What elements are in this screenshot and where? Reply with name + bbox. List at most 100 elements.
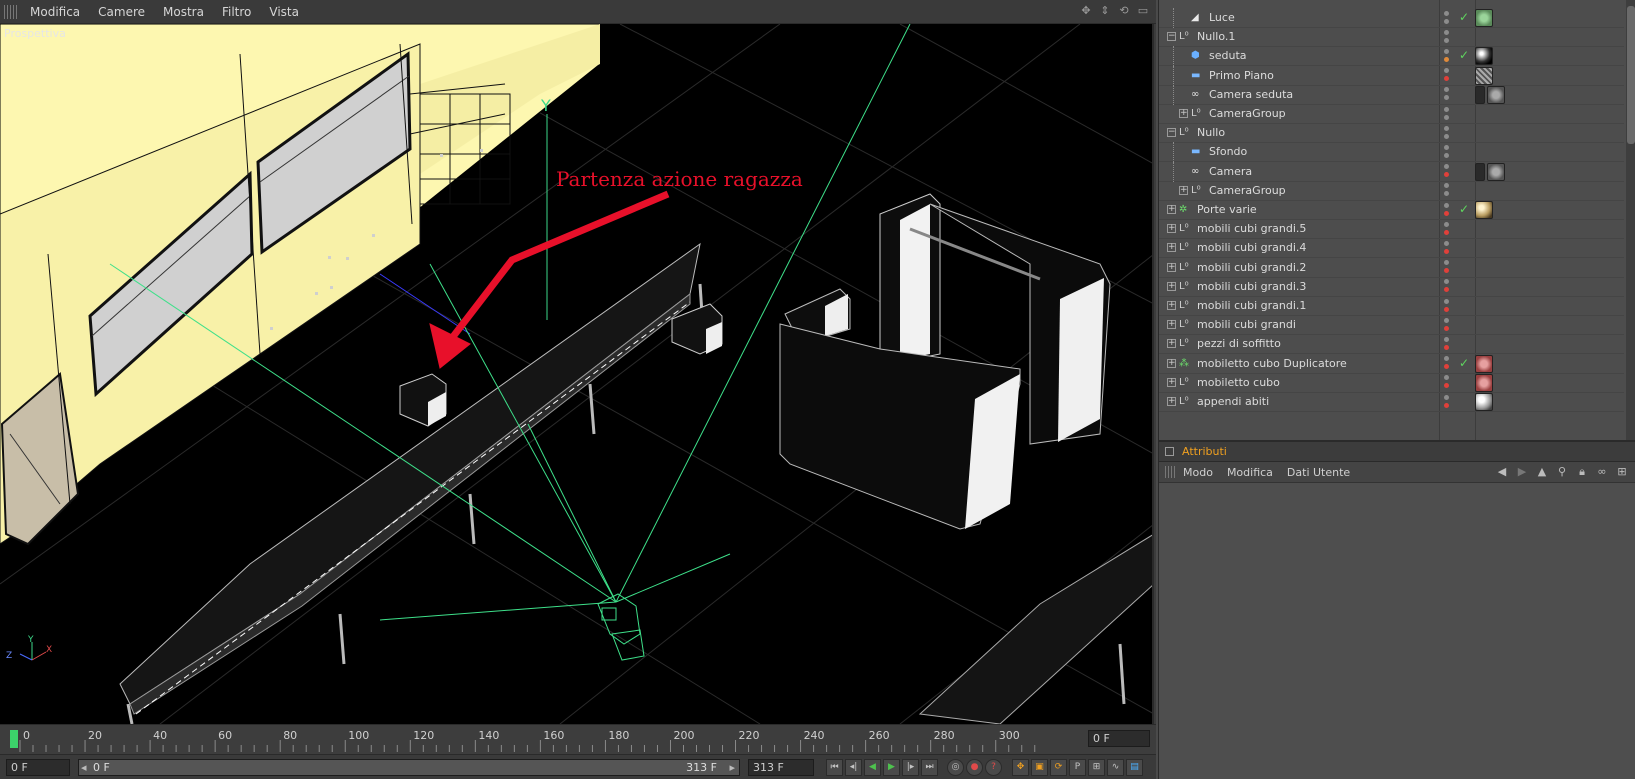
object-name[interactable]: mobili cubi grandi.3 — [1197, 280, 1306, 293]
record-off-icon[interactable]: ◎ — [947, 759, 964, 776]
object-name[interactable]: mobili cubi grandi.2 — [1197, 261, 1306, 274]
visibility-dots[interactable] — [1441, 296, 1453, 316]
object-row[interactable]: + L⁰ mobili cubi grandi — [1159, 315, 1624, 336]
visibility-dots[interactable] — [1441, 161, 1453, 181]
auto-key-icon[interactable]: ? — [985, 759, 1002, 776]
visibility-dots[interactable] — [1441, 46, 1453, 66]
object-row[interactable]: + L⁰ pezzi di soffitto — [1159, 334, 1624, 355]
expand-toggle-icon[interactable]: − — [1167, 32, 1176, 42]
interpolation-icon[interactable]: ∿ — [1107, 759, 1124, 776]
object-name[interactable]: seduta — [1209, 49, 1247, 62]
object-name[interactable]: CameraGroup — [1209, 184, 1286, 197]
timeline-ruler[interactable]: 0 20 40 60 80 100 120 140 160 180 200 220 240 260 280 3… — [8, 728, 1082, 752]
white-material-tag-icon[interactable] — [1475, 393, 1493, 411]
object-row[interactable]: + L⁰ mobiletto cubo — [1159, 373, 1624, 393]
object-row[interactable]: + L⁰ mobili cubi grandi.3 — [1159, 277, 1624, 297]
menu-dati-utente[interactable]: Dati Utente — [1287, 466, 1350, 479]
enabled-check-icon[interactable]: ✓ — [1459, 356, 1469, 370]
expand-toggle-icon[interactable]: + — [1179, 185, 1188, 195]
zoom-view-icon[interactable]: ⇕ — [1098, 4, 1112, 18]
enabled-check-icon[interactable]: ✓ — [1459, 10, 1469, 24]
visibility-dots[interactable] — [1441, 372, 1453, 392]
visibility-dots[interactable] — [1441, 315, 1453, 335]
black-material-tag-icon[interactable] — [1475, 47, 1493, 66]
object-name[interactable]: mobiletto cubo — [1197, 376, 1280, 389]
frame-range-slider[interactable]: ◂ 0 F 313 F ▸ — [78, 759, 740, 776]
object-row[interactable]: + L⁰ mobili cubi grandi.1 — [1159, 296, 1624, 316]
protect-tag-icon[interactable] — [1475, 162, 1485, 181]
object-name[interactable]: Camera seduta — [1209, 88, 1293, 101]
visibility-dots[interactable] — [1441, 238, 1453, 258]
key-parameter-icon[interactable]: P — [1069, 759, 1086, 776]
object-row[interactable]: ∞ Camera — [1159, 161, 1624, 182]
expand-toggle-icon[interactable]: + — [1167, 224, 1176, 234]
key-position-icon[interactable]: ✥ — [1012, 759, 1029, 776]
new-panel-icon[interactable]: ⊞ — [1615, 465, 1629, 479]
expand-toggle-icon[interactable]: + — [1167, 397, 1176, 406]
up-arrow-icon[interactable]: ▲ — [1535, 465, 1549, 479]
object-name[interactable]: Porte varie — [1197, 203, 1257, 216]
object-row[interactable]: + L⁰ mobili cubi grandi.2 — [1159, 258, 1624, 278]
back-arrow-icon[interactable]: ◀ — [1495, 465, 1509, 479]
object-name[interactable]: CameraGroup — [1209, 107, 1286, 120]
protect-tag-icon[interactable] — [1475, 85, 1485, 104]
object-name[interactable]: mobili cubi grandi.5 — [1197, 222, 1306, 235]
object-row[interactable]: − L⁰ Nullo.1 — [1159, 27, 1624, 48]
expand-toggle-icon[interactable]: + — [1167, 301, 1176, 310]
object-row[interactable]: − L⁰ Nullo — [1159, 123, 1624, 144]
key-scale-icon[interactable]: ▣ — [1031, 759, 1048, 776]
expand-toggle-icon[interactable]: + — [1167, 262, 1176, 272]
enabled-check-icon[interactable]: ✓ — [1459, 48, 1469, 62]
panel-toggle-icon[interactable] — [1165, 447, 1174, 456]
object-row[interactable]: + L⁰ appendi abiti — [1159, 392, 1624, 412]
lock-icon[interactable]: 🔒︎ — [1575, 465, 1589, 479]
visibility-dots[interactable] — [1441, 65, 1453, 85]
next-key-icon[interactable]: |▸ — [902, 759, 919, 776]
visibility-dots[interactable] — [1441, 104, 1453, 124]
object-name[interactable]: Sfondo — [1209, 145, 1247, 158]
current-frame-field[interactable]: 0 F — [1088, 730, 1150, 747]
object-row[interactable]: + L⁰ mobili cubi grandi.4 — [1159, 238, 1624, 259]
object-name[interactable]: mobili cubi grandi.4 — [1197, 241, 1306, 254]
menu-filtro[interactable]: Filtro — [214, 5, 261, 19]
search-icon[interactable]: ⚲ — [1555, 465, 1569, 479]
visibility-dots[interactable] — [1441, 219, 1453, 239]
visibility-dots[interactable] — [1441, 123, 1453, 143]
menu-modo[interactable]: Modo — [1183, 466, 1213, 479]
hatch-tag-icon[interactable] — [1475, 66, 1493, 85]
visibility-dots[interactable] — [1441, 353, 1453, 373]
red-compositing-tag-icon[interactable] — [1475, 354, 1493, 373]
visibility-dots[interactable] — [1441, 84, 1453, 104]
end-frame-field[interactable]: 313 F — [748, 759, 814, 776]
enabled-check-icon[interactable]: ✓ — [1459, 202, 1469, 216]
go-to-end-icon[interactable]: ⏭ — [921, 759, 938, 776]
tan-material-tag-icon[interactable] — [1475, 201, 1493, 219]
object-name[interactable]: mobili cubi grandi.1 — [1197, 299, 1306, 312]
start-frame-field[interactable]: 0 F — [6, 759, 70, 776]
expand-toggle-icon[interactable]: + — [1167, 205, 1176, 214]
visibility-dots[interactable] — [1441, 27, 1453, 47]
green-compositing-tag-icon[interactable] — [1475, 9, 1493, 27]
object-name[interactable]: Nullo — [1197, 126, 1225, 139]
record-key-icon[interactable]: ● — [966, 759, 983, 776]
object-row[interactable]: + L⁰ CameraGroup — [1159, 104, 1624, 124]
object-name[interactable]: Primo Piano — [1209, 69, 1274, 82]
red-compositing-tag-icon[interactable] — [1475, 373, 1493, 392]
expand-toggle-icon[interactable]: + — [1167, 358, 1176, 368]
expand-toggle-icon[interactable]: + — [1167, 243, 1176, 253]
prev-key-icon[interactable]: ◂| — [845, 759, 862, 776]
visibility-dots[interactable] — [1441, 257, 1453, 277]
key-pla-icon[interactable]: ⊞ — [1088, 759, 1105, 776]
visibility-dots[interactable] — [1441, 276, 1453, 296]
object-name[interactable]: Luce — [1209, 11, 1235, 24]
expand-toggle-icon[interactable]: + — [1179, 109, 1188, 118]
timeline-bar[interactable]: 0 20 40 60 80 100 120 140 160 180 200 220 240 260 280 3… — [0, 724, 1156, 754]
rotate-view-icon[interactable]: ⟲ — [1117, 4, 1131, 18]
visibility-dots[interactable] — [1441, 142, 1453, 162]
expand-toggle-icon[interactable]: + — [1167, 339, 1176, 349]
3d-viewport[interactable]: Y Y Z X Prospettiva Partenza azione raga… — [0, 24, 1154, 724]
play-backward-icon[interactable]: ◀ — [864, 759, 881, 776]
object-row[interactable]: ◢ Luce ✓ — [1159, 8, 1624, 28]
menubar-grip[interactable] — [4, 4, 18, 19]
object-row[interactable]: ▬ Primo Piano — [1159, 65, 1624, 86]
